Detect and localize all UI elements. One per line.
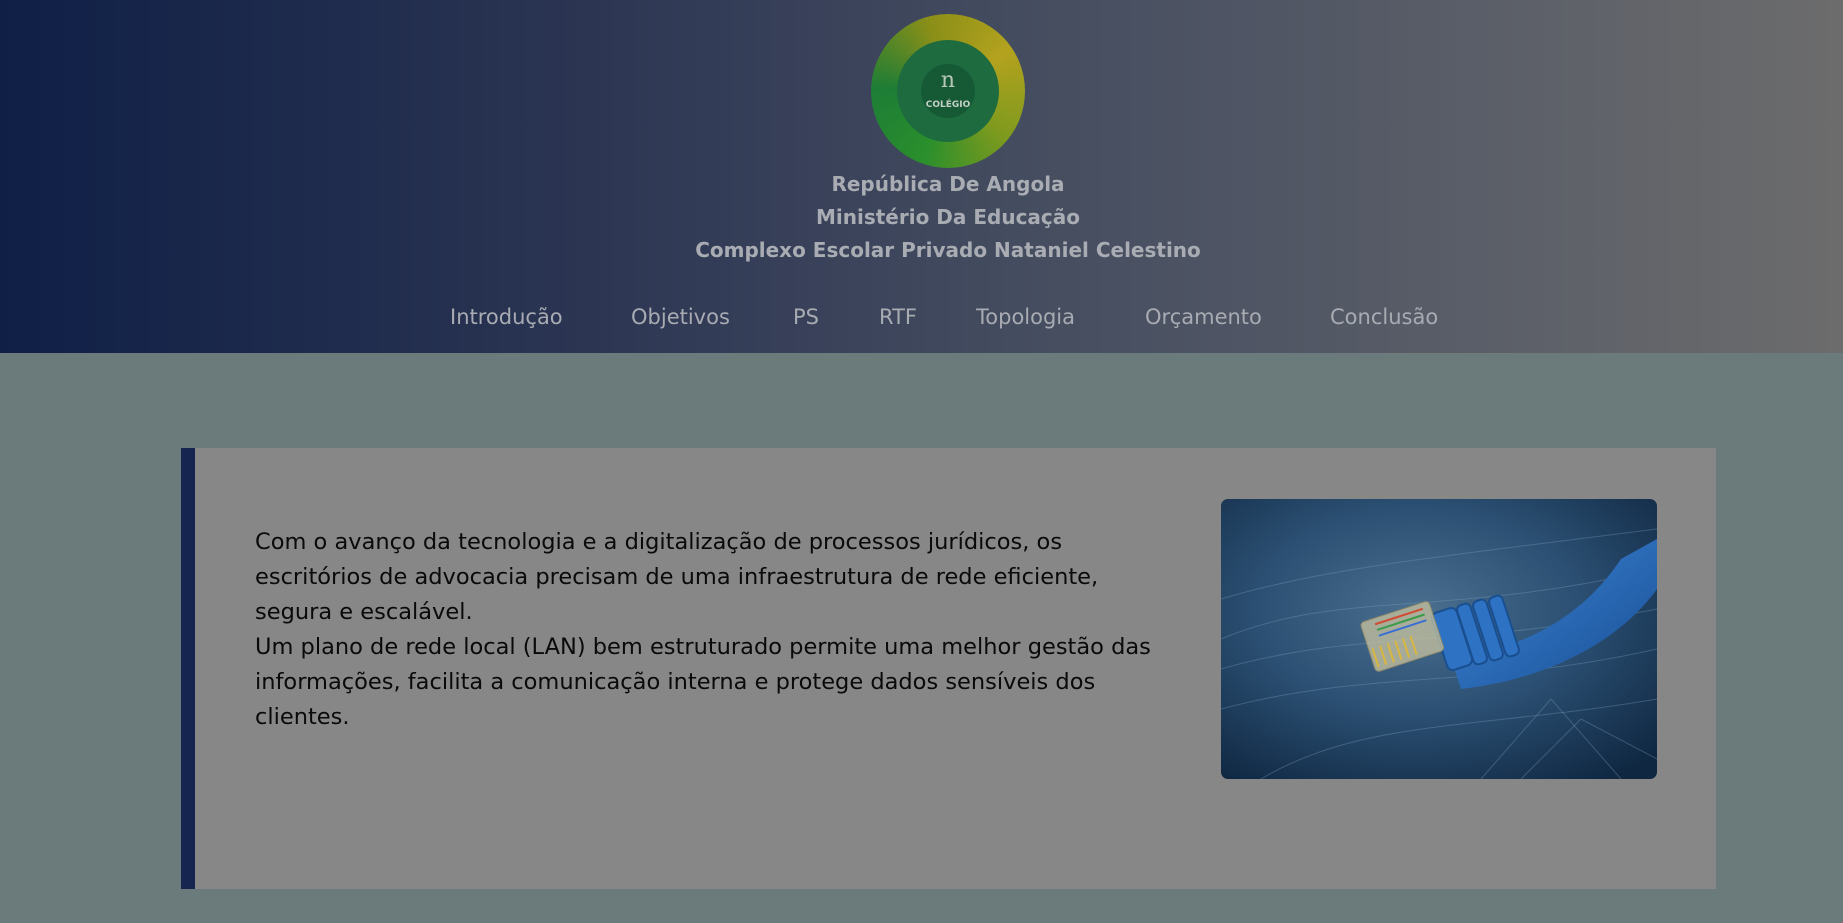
- nav-item-introducao[interactable]: Introdução: [450, 305, 563, 329]
- title-line-ministry: Ministério Da Educação: [815, 205, 1081, 229]
- logo-inner: n COLÉGIO: [921, 64, 975, 118]
- card-accent-bar: [181, 448, 195, 889]
- nav-item-orcamento[interactable]: Orçamento: [1145, 305, 1262, 329]
- nav-item-objetivos[interactable]: Objetivos: [631, 305, 730, 329]
- nav-item-topologia[interactable]: Topologia: [976, 305, 1075, 329]
- school-logo-icon[interactable]: n COLÉGIO: [871, 14, 1025, 168]
- network-cable-illustration: [1221, 499, 1657, 779]
- header: n COLÉGIO República De Angola Ministério…: [0, 0, 1843, 353]
- title-line-school: Complexo Escolar Privado Nataniel Celest…: [695, 238, 1201, 262]
- network-cable-image: [1221, 499, 1657, 779]
- introduction-text: Com o avanço da tecnologia e a digitaliz…: [255, 525, 1155, 735]
- logo-text: COLÉGIO: [925, 100, 971, 110]
- logo-letter: n: [940, 68, 956, 93]
- intro-paragraph-2: Um plano de rede local (LAN) bem estrutu…: [255, 634, 1151, 730]
- nav-item-rtf[interactable]: RTF: [879, 305, 917, 329]
- title-line-country: República De Angola: [831, 172, 1065, 196]
- logo-ring: n COLÉGIO: [897, 40, 999, 142]
- introduction-card: Com o avanço da tecnologia e a digitaliz…: [181, 448, 1716, 889]
- intro-paragraph-1: Com o avanço da tecnologia e a digitaliz…: [255, 529, 1099, 625]
- nav-item-ps[interactable]: PS: [793, 305, 819, 329]
- institution-title: República De Angola Ministério Da Educaç…: [0, 168, 1843, 267]
- nav-item-conclusao[interactable]: Conclusão: [1330, 305, 1438, 329]
